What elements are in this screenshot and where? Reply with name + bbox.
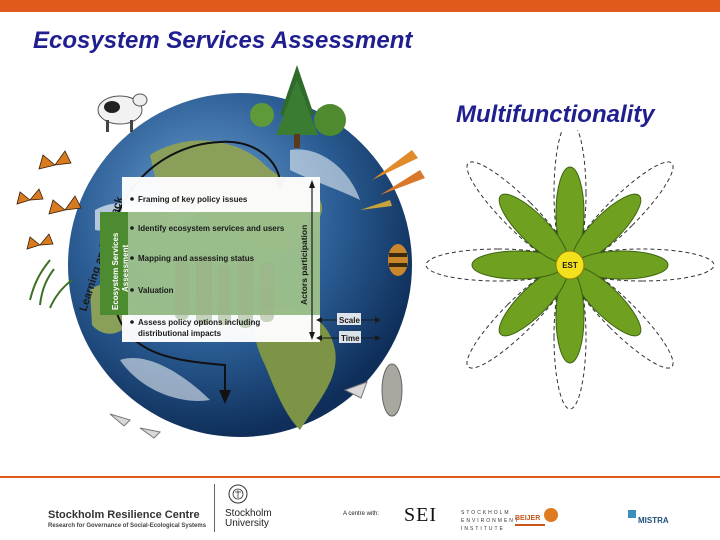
sei-name-line1: STOCKHOLM: [461, 510, 511, 516]
flower-diagram: EST: [425, 120, 715, 410]
mistra-logo-text: MISTRA: [638, 516, 669, 525]
flower-center-label: EST: [562, 261, 578, 270]
ecosystem-assessment-diagram: Learning and feedback Ecosystem Services…: [0, 60, 440, 470]
beijer-logo-icon: BEIJER: [515, 508, 558, 526]
multifunctionality-flower: EST: [420, 120, 720, 410]
sei-name-line2: ENVIRONMENT: [461, 518, 520, 524]
plants-icon: [29, 259, 73, 309]
scale-label: Scale: [339, 316, 360, 325]
step-framing: Framing of key policy issues: [138, 195, 248, 204]
beijer-logo-text: BEIJER: [515, 515, 540, 522]
mistra-logo-icon: MISTRA: [628, 510, 669, 525]
actors-participation-label: Actors participation: [299, 225, 309, 305]
time-label: Time: [341, 334, 360, 343]
centre-with-label: A centre with:: [343, 511, 380, 517]
sei-name-line3: INSTITUTE: [461, 526, 505, 532]
step-mapping: Mapping and assessing status: [138, 254, 255, 263]
sei-logo-text: STOCKHOLM ENVIRONMENT INSTITUTE: [461, 509, 520, 533]
step-valuation: Valuation: [138, 286, 174, 295]
band-label-line1: Ecosystem Services: [111, 232, 120, 310]
logo-divider: [214, 484, 215, 532]
src-logo-subtitle: Research for Governance of Social-Ecolog…: [48, 523, 207, 529]
university-name-line2: University: [225, 518, 269, 529]
footer: Stockholm Resilience Centre Research for…: [0, 478, 720, 540]
slide-title: Ecosystem Services Assessment: [33, 27, 413, 54]
globe-illustration: Learning and feedback Ecosystem Services…: [16, 65, 425, 439]
fish-icon: [381, 363, 403, 417]
top-accent-bar: [0, 0, 720, 12]
step-identify: Identify ecosystem services and users: [138, 224, 285, 233]
step-assess-policy: Assess policy options including: [138, 318, 260, 327]
step-distributional: distributional impacts: [138, 329, 222, 338]
src-logo-name: Stockholm Resilience Centre: [48, 509, 200, 521]
university-name: Stockholm University: [225, 509, 272, 529]
bee-icon: [388, 244, 408, 276]
multifunctionality-title: Multifunctionality: [456, 101, 655, 128]
sei-logo: SEI: [404, 504, 437, 526]
band-label-line2: Assessment: [121, 245, 130, 292]
university-seal-icon: [228, 484, 248, 504]
